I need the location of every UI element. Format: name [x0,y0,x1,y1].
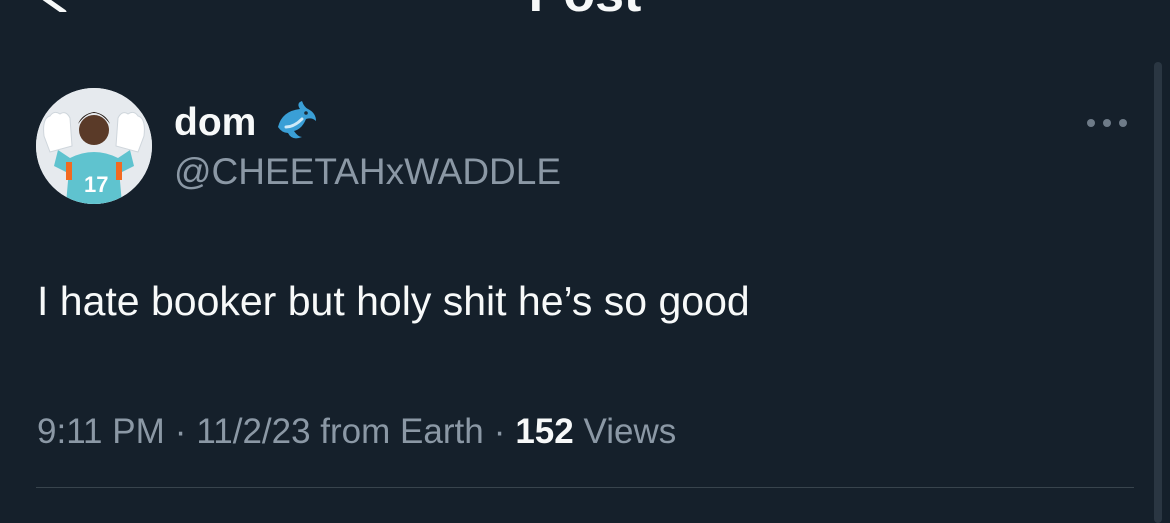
chevron-left-icon[interactable] [34,0,74,12]
avatar[interactable]: 17 [36,88,152,204]
views-count[interactable]: 152 [515,412,573,451]
dolphin-badge-icon [278,101,316,139]
tweet-date-source[interactable]: 11/2/23 from Earth [196,412,483,451]
user-handle[interactable]: @CHEETAHxWADDLE [174,150,561,194]
views-label[interactable]: Views [583,412,676,451]
display-name[interactable]: dom [174,100,256,146]
divider [36,487,1134,488]
separator-dot: · [493,412,506,451]
tweet-metadata: 9:11 PM · 11/2/23 from Earth · 152 Views [37,410,676,454]
scrollbar[interactable] [1154,62,1162,523]
ellipsis-icon[interactable] [1084,114,1130,132]
page-title: Post [0,0,1170,20]
separator-dot: · [174,412,187,451]
tweet-time[interactable]: 9:11 PM [37,412,165,451]
avatar-image: 17 [36,88,152,204]
svg-text:17: 17 [84,172,108,197]
tweet-text: I hate booker but holy shit he’s so good [37,278,750,324]
post-detail-screen: Post 17 dom @CHEETAHxWADDLE [0,0,1170,523]
